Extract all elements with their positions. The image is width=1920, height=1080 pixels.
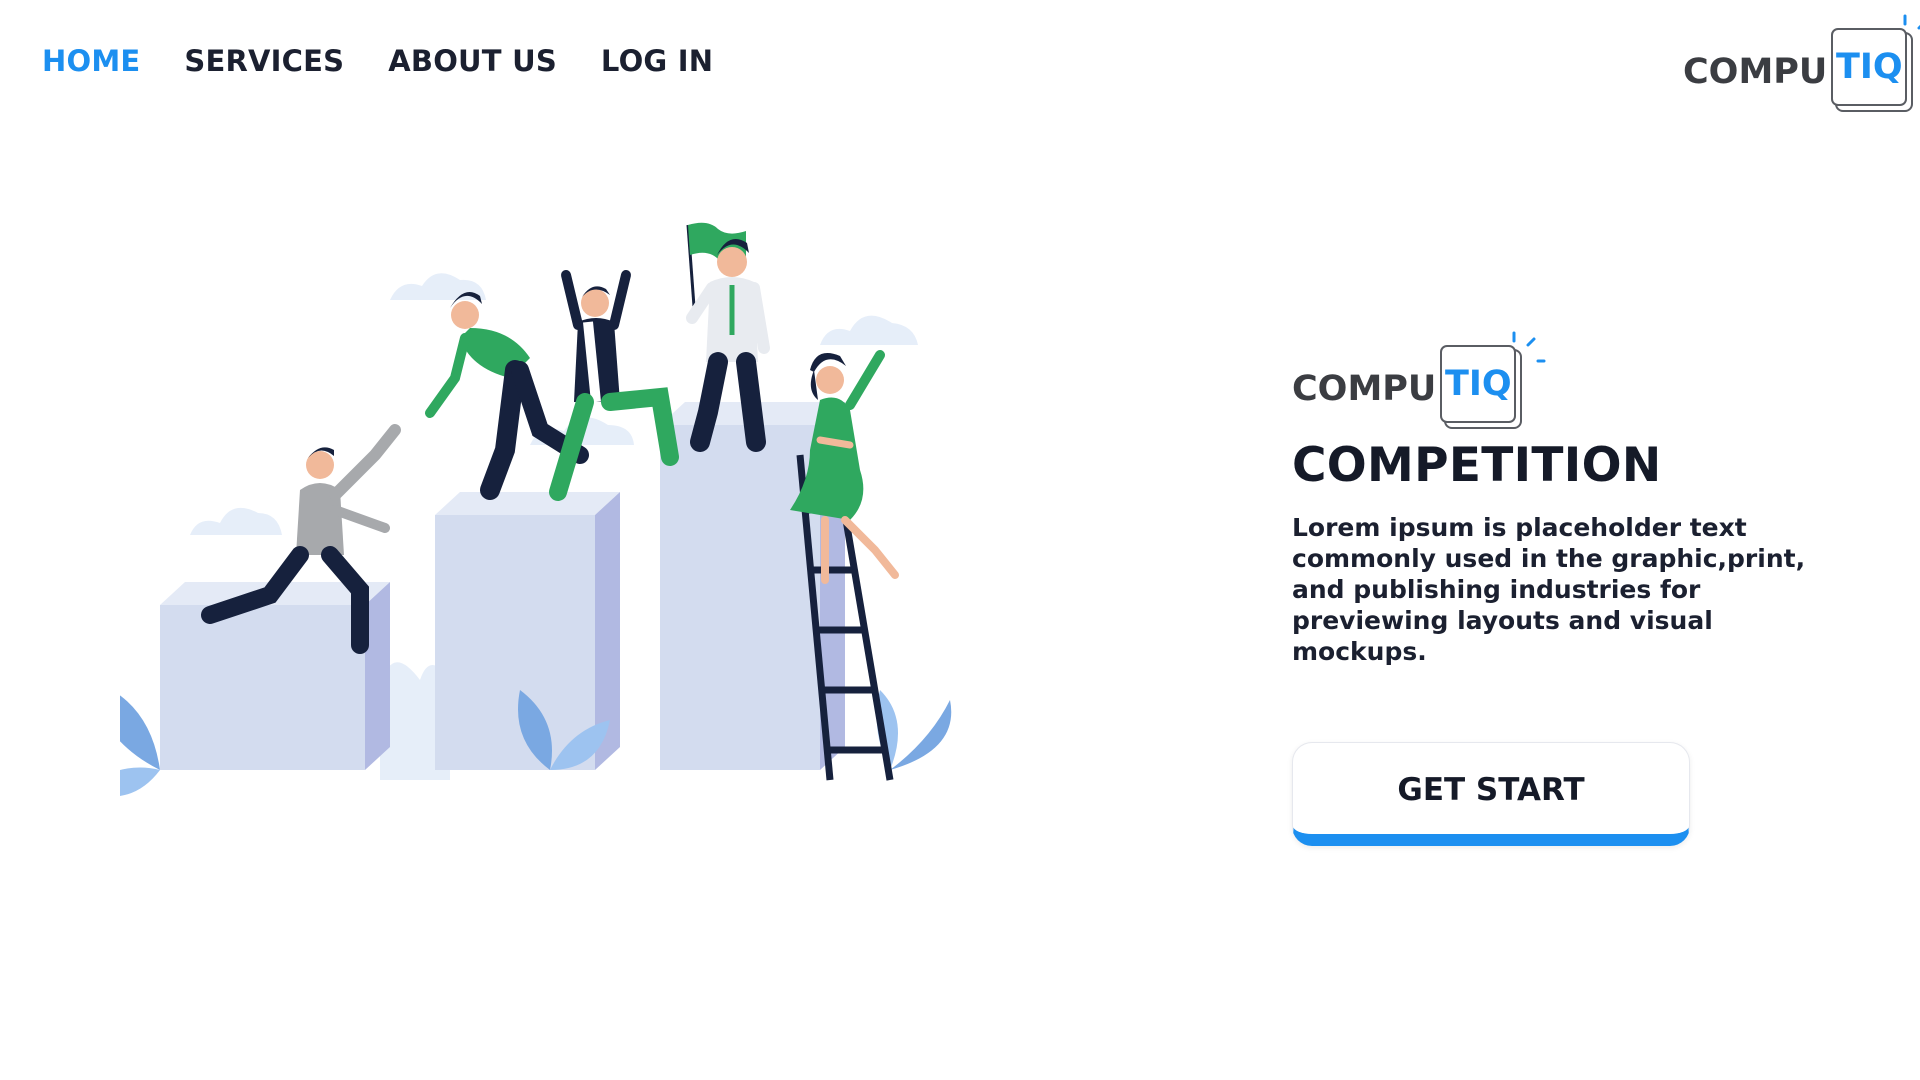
hero-description: Lorem ipsum is placeholder text commonly…: [1292, 513, 1806, 666]
get-start-button[interactable]: GET START: [1292, 742, 1690, 846]
logo-text-compu: COMPU: [1683, 52, 1828, 92]
person-jacket-icon: [549, 270, 679, 501]
logo-text-compu: COMPU: [1292, 369, 1437, 409]
nav-services-link[interactable]: SERVICES: [184, 44, 344, 78]
team-climbing-podium-illustration: [120, 222, 952, 796]
nav-about-us-link[interactable]: ABOUT US: [388, 44, 557, 78]
hero-logo: COMPU TIQ: [1292, 331, 1546, 423]
logo-badge: TIQ: [1831, 14, 1920, 106]
sparkle-icon: [1903, 14, 1920, 30]
landing-page: HOME SERVICES ABOUT US LOG IN COMPU TIQ: [0, 0, 1920, 1080]
header-logo[interactable]: COMPU TIQ: [1683, 14, 1920, 106]
sparkle-icon: [1512, 331, 1546, 363]
person-green-top-icon: [425, 292, 589, 500]
nav-log-in-link[interactable]: LOG IN: [601, 44, 713, 78]
logo-badge: TIQ: [1440, 331, 1546, 423]
nav-home-link[interactable]: HOME: [42, 44, 140, 78]
main-nav: HOME SERVICES ABOUT US LOG IN: [42, 44, 713, 78]
hero-title: COMPETITION: [1292, 438, 1662, 493]
